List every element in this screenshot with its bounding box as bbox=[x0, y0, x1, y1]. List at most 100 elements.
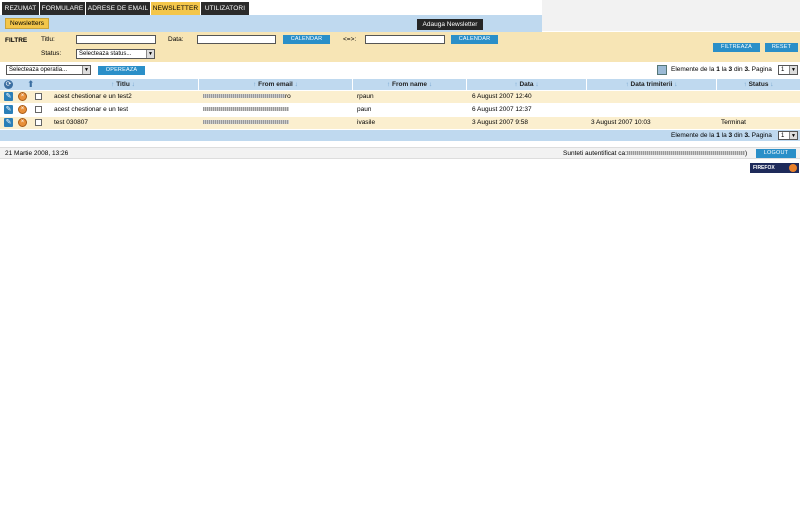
delete-icon[interactable]: × bbox=[18, 105, 27, 114]
pagination-mid2: din bbox=[733, 132, 743, 139]
column-label: Titlu bbox=[116, 81, 130, 88]
pagination-to: 3 bbox=[728, 66, 733, 73]
email-redacted bbox=[203, 120, 289, 125]
auth-info: Sunteti autentificat ca:) bbox=[563, 148, 747, 159]
row-titlu: test 030807 bbox=[54, 119, 88, 126]
sort-arrow-icon: ↓ bbox=[428, 81, 433, 88]
row-from-email: ro bbox=[203, 91, 291, 103]
status-select[interactable]: Selecteaza status... ▼ bbox=[76, 49, 155, 59]
up-arrow-icon[interactable]: ⬆ bbox=[27, 79, 35, 90]
filter-panel: FILTRE Titlu: Data: CALENDAR <=>: CALEND… bbox=[0, 32, 800, 62]
data-label: Data: bbox=[168, 36, 184, 43]
table-row[interactable]: ✎ × acest chestionar e un test2 ro rpaun… bbox=[0, 91, 800, 103]
page-select-value: 1 bbox=[781, 133, 785, 139]
data-to-input[interactable] bbox=[365, 35, 445, 44]
page-select-top[interactable]: 1 ▼ bbox=[778, 65, 798, 75]
status-label: Status: bbox=[41, 50, 62, 57]
delete-icon[interactable]: × bbox=[18, 118, 27, 127]
sort-arrow-icon: ↓ bbox=[674, 81, 678, 88]
column-label: Data bbox=[519, 81, 534, 88]
firefox-label: FIREFOX bbox=[753, 165, 775, 171]
tab-utilizatori[interactable]: UTILIZATORI bbox=[201, 2, 249, 15]
row-checkbox[interactable] bbox=[35, 106, 42, 113]
top-nav: REZUMAT FORMULARE ADRESE DE EMAIL NEWSLE… bbox=[0, 0, 542, 15]
sort-arrow-icon: ↓ bbox=[770, 81, 774, 88]
reset-button[interactable]: RESET bbox=[765, 43, 798, 52]
table-row[interactable]: ✎ × acest chestionar e un test paun 6 Au… bbox=[0, 104, 800, 116]
user-redacted bbox=[626, 151, 745, 156]
firefox-icon bbox=[789, 164, 797, 172]
column-titlu[interactable]: ↑ Titlu ↓ bbox=[48, 79, 199, 90]
row-data: 3 August 2007 9:58 bbox=[472, 119, 529, 126]
row-checkbox[interactable] bbox=[35, 93, 42, 100]
email-redacted bbox=[203, 107, 289, 112]
titlu-input[interactable] bbox=[76, 35, 156, 44]
row-data: 6 August 2007 12:37 bbox=[472, 106, 532, 113]
filters-title: FILTRE bbox=[5, 37, 28, 44]
pagination-mid2: din bbox=[733, 66, 743, 73]
logout-button[interactable]: LOGOUT bbox=[756, 149, 796, 158]
table-footer: Elemente de la 1 la 3 din 3. Pagina 1 ▼ bbox=[0, 130, 800, 141]
pagination-prefix: Elemente de la bbox=[671, 66, 715, 73]
pagination-mid1: la bbox=[721, 66, 727, 73]
chevron-down-icon: ▼ bbox=[146, 50, 154, 58]
add-newsletter-button[interactable]: Adauga Newsletter bbox=[417, 19, 483, 30]
firefox-badge[interactable]: FIREFOX bbox=[750, 163, 799, 173]
sort-arrow-icon: ↓ bbox=[294, 81, 298, 88]
table-row[interactable]: ✎ × test 030807 ivasile 3 August 2007 9:… bbox=[0, 117, 800, 129]
row-checkbox[interactable] bbox=[35, 119, 42, 126]
column-from-name[interactable]: ↑ From name ↓ bbox=[353, 79, 467, 90]
auth-text: Sunteti autentificat ca: bbox=[563, 150, 627, 157]
sort-arrow-icon: ↑ bbox=[625, 81, 629, 88]
row-titlu: acest chestionar e un test2 bbox=[54, 93, 132, 100]
column-label: Status bbox=[748, 81, 769, 88]
execute-operation-button[interactable]: OPEREAZA bbox=[98, 66, 145, 75]
tab-adrese-de-email[interactable]: ADRESE DE EMAIL bbox=[86, 2, 150, 15]
edit-icon[interactable]: ✎ bbox=[4, 105, 13, 114]
auth-close: ) bbox=[744, 150, 748, 157]
chevron-down-icon: ▼ bbox=[789, 66, 797, 74]
tab-formulare[interactable]: FORMULARE bbox=[40, 2, 85, 15]
list-view-icon[interactable] bbox=[657, 65, 667, 75]
header-panel bbox=[542, 0, 800, 31]
sort-arrow-icon: ↑ bbox=[514, 81, 518, 88]
email-redacted bbox=[203, 94, 285, 99]
operation-select-value: Selecteaza operatia... bbox=[9, 67, 68, 73]
chevron-down-icon: ▼ bbox=[82, 66, 90, 74]
column-data-trimiterii[interactable]: ↑ Data trimiterii ↓ bbox=[587, 79, 717, 90]
tab-newsletter[interactable]: NEWSLETTER bbox=[151, 2, 200, 15]
pagination-total: 3. bbox=[744, 66, 750, 73]
calendar-to-button[interactable]: CALENDAR bbox=[451, 35, 498, 44]
column-status[interactable]: ↑ Status ↓ bbox=[717, 79, 800, 90]
range-label: <=>: bbox=[343, 36, 357, 43]
chevron-down-icon: ▼ bbox=[789, 132, 797, 139]
column-data[interactable]: ↑ Data ↓ bbox=[467, 79, 587, 90]
edit-icon[interactable]: ✎ bbox=[4, 118, 13, 127]
footer: 21 Martie 2008, 13:26 Sunteti autentific… bbox=[0, 147, 800, 159]
pagination-page-label: Pagina bbox=[751, 132, 772, 139]
titlu-label: Titlu: bbox=[41, 36, 55, 43]
data-from-input[interactable] bbox=[197, 35, 276, 44]
pagination-to: 3 bbox=[728, 132, 733, 139]
edit-icon[interactable]: ✎ bbox=[4, 92, 13, 101]
row-titlu: acest chestionar e un test bbox=[54, 106, 129, 113]
delete-icon[interactable]: × bbox=[18, 92, 27, 101]
subtab-newsletters[interactable]: Newsletters bbox=[5, 18, 49, 29]
column-from-email[interactable]: ↑ From email ↓ bbox=[199, 79, 353, 90]
filter-button[interactable]: FILTREAZA bbox=[713, 43, 760, 52]
sort-arrow-icon: ↑ bbox=[253, 81, 257, 88]
sort-arrow-icon: ↓ bbox=[535, 81, 539, 88]
operation-select[interactable]: Selecteaza operatia... ▼ bbox=[6, 65, 91, 75]
row-from-email bbox=[203, 104, 289, 116]
column-label: Data trimiterii bbox=[630, 81, 673, 88]
tab-rezumat[interactable]: REZUMAT bbox=[2, 2, 39, 15]
pagination-from: 1 bbox=[716, 66, 720, 73]
sort-arrow-icon: ↑ bbox=[111, 81, 115, 88]
calendar-from-button[interactable]: CALENDAR bbox=[283, 35, 330, 44]
pagination-mid1: la bbox=[721, 132, 727, 139]
page-select-bottom[interactable]: 1 ▼ bbox=[778, 131, 798, 140]
refresh-icon[interactable]: ⟳ bbox=[4, 80, 13, 89]
row-data-trimiterii: 3 August 2007 10:03 bbox=[591, 119, 651, 126]
footer-date: 21 Martie 2008, 13:26 bbox=[5, 150, 69, 157]
row-from-email bbox=[203, 117, 289, 129]
